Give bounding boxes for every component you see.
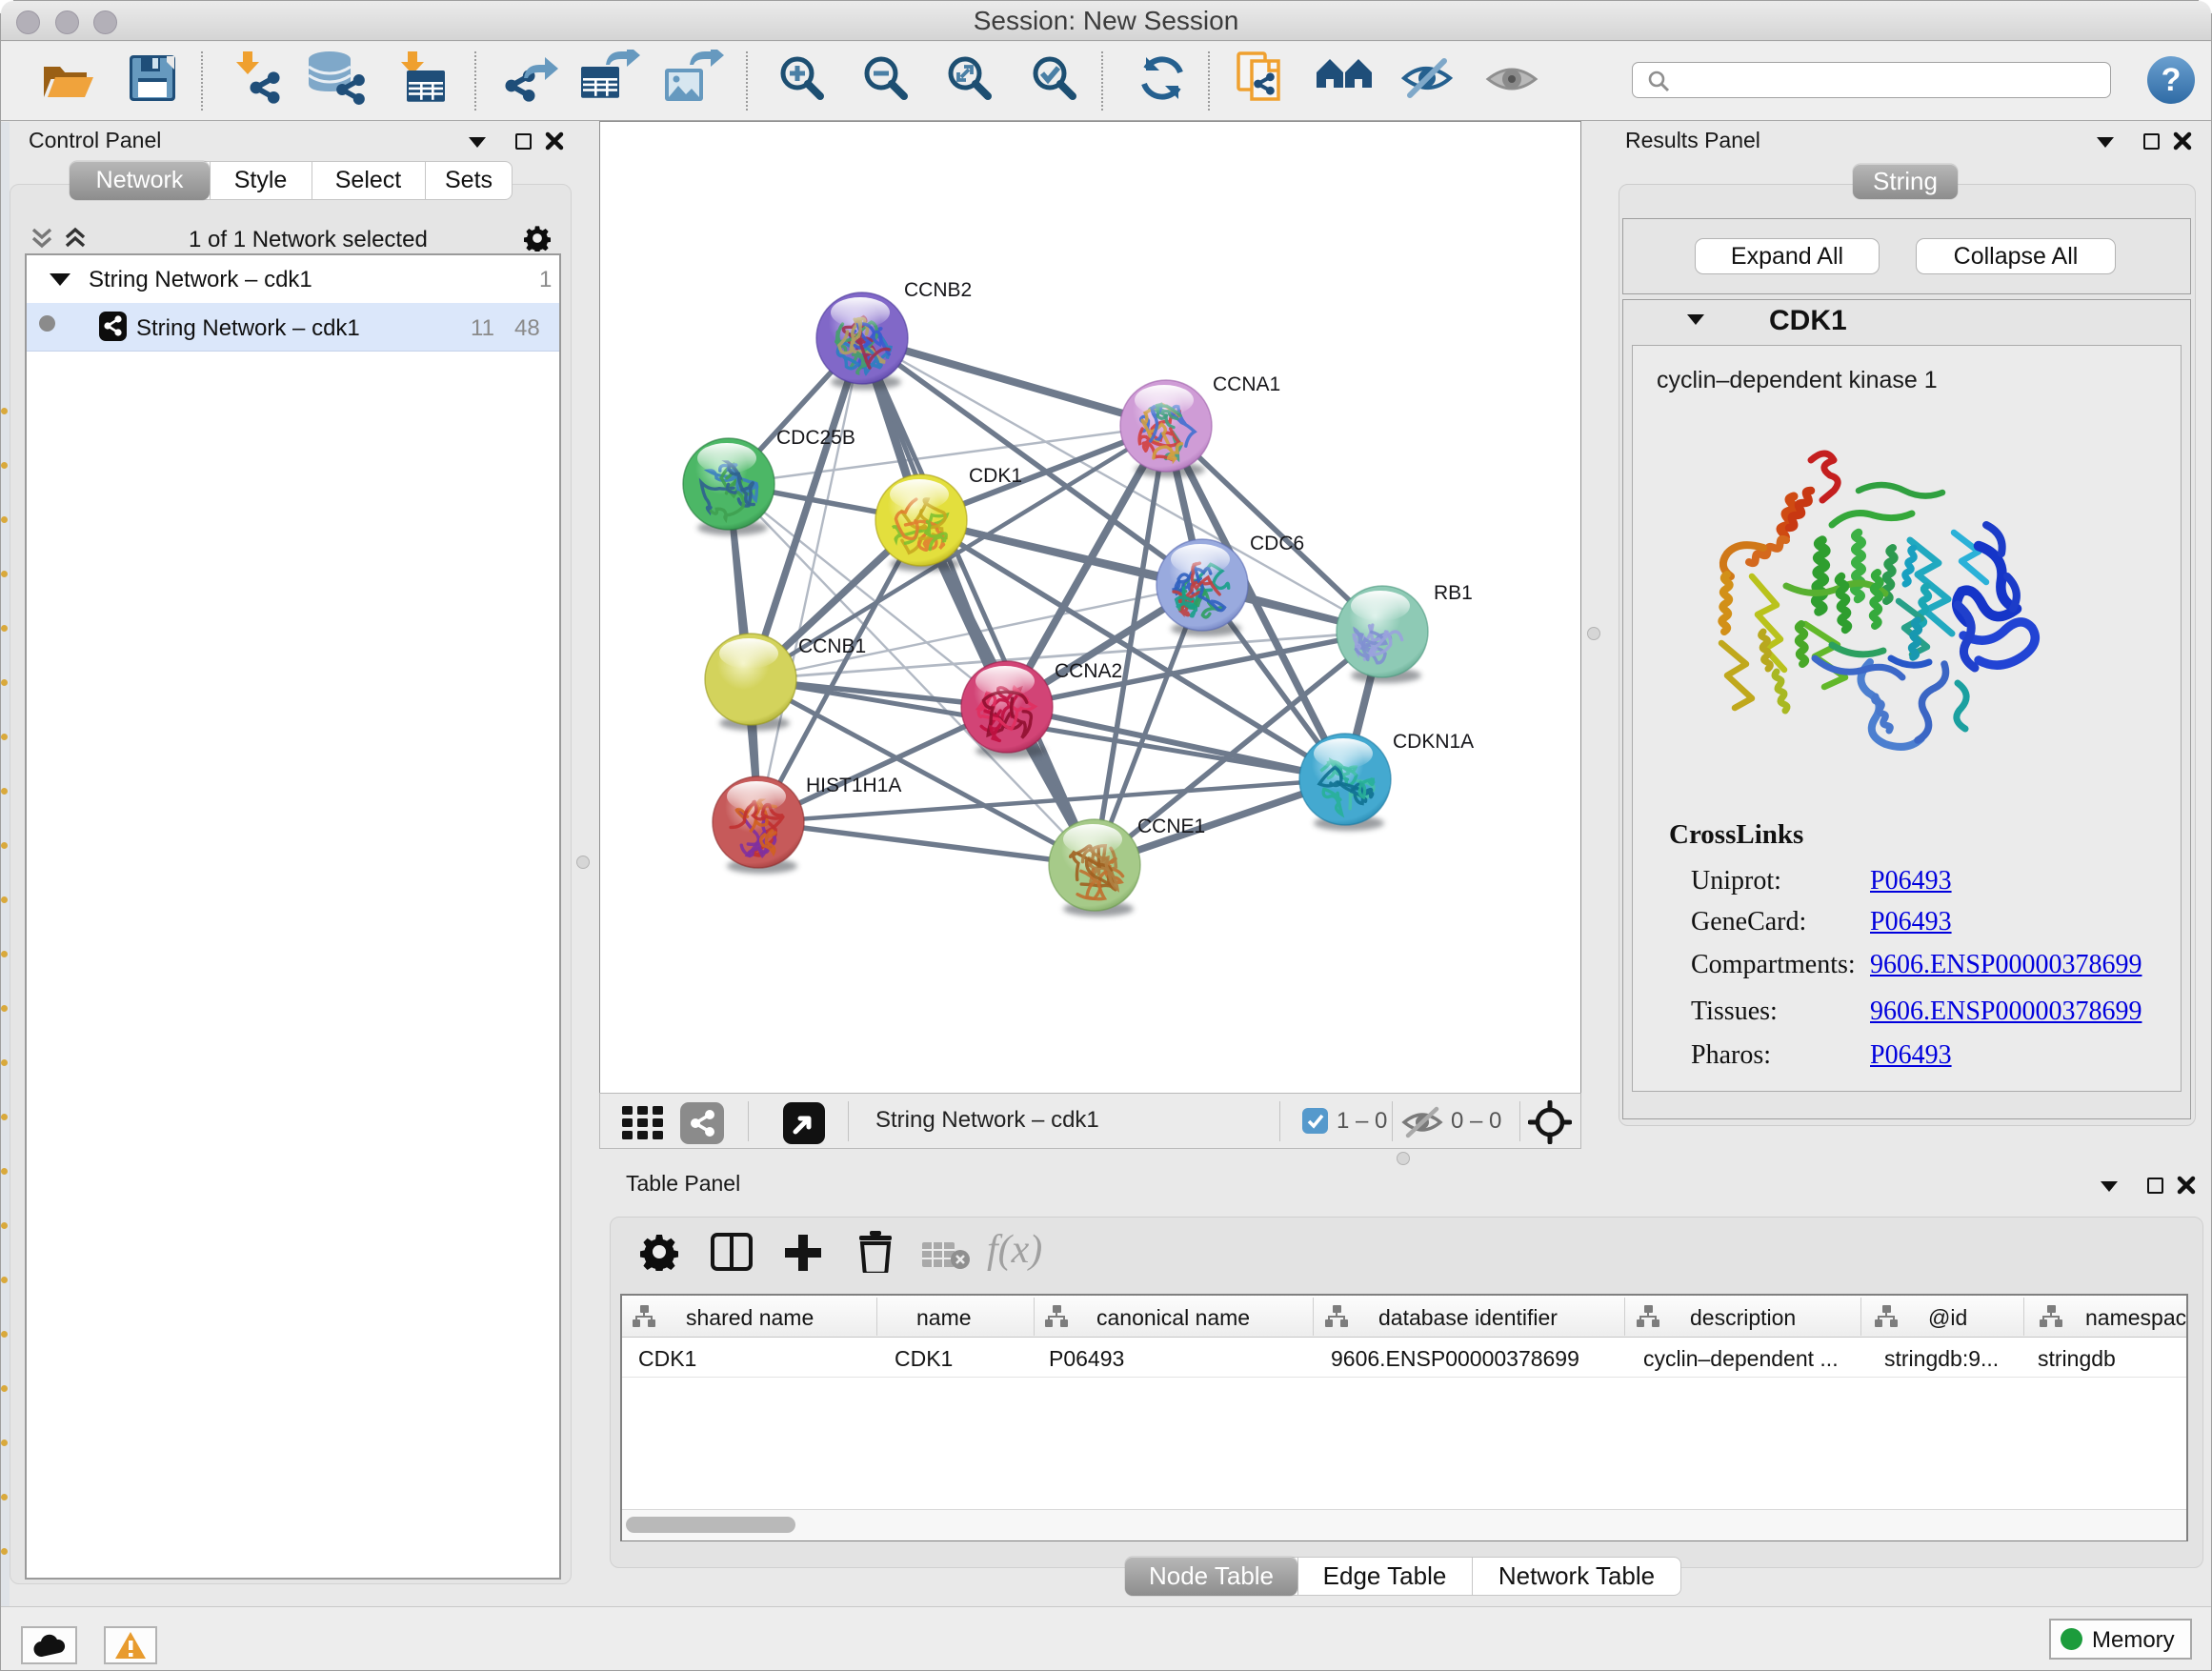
svg-text:HIST1H1A: HIST1H1A xyxy=(806,775,901,796)
svg-text:RB1: RB1 xyxy=(1434,582,1473,604)
svg-text:CDK1: CDK1 xyxy=(969,465,1022,487)
svg-text:CCNB2: CCNB2 xyxy=(904,279,972,301)
svg-text:CCNA1: CCNA1 xyxy=(1213,373,1280,395)
svg-text:CCNE1: CCNE1 xyxy=(1137,815,1205,837)
svg-text:CCNA2: CCNA2 xyxy=(1055,660,1122,682)
svg-text:CCNB1: CCNB1 xyxy=(798,635,866,657)
svg-text:CDKN1A: CDKN1A xyxy=(1393,731,1474,753)
svg-text:CDC6: CDC6 xyxy=(1250,533,1304,554)
svg-text:CDC25B: CDC25B xyxy=(776,427,855,449)
